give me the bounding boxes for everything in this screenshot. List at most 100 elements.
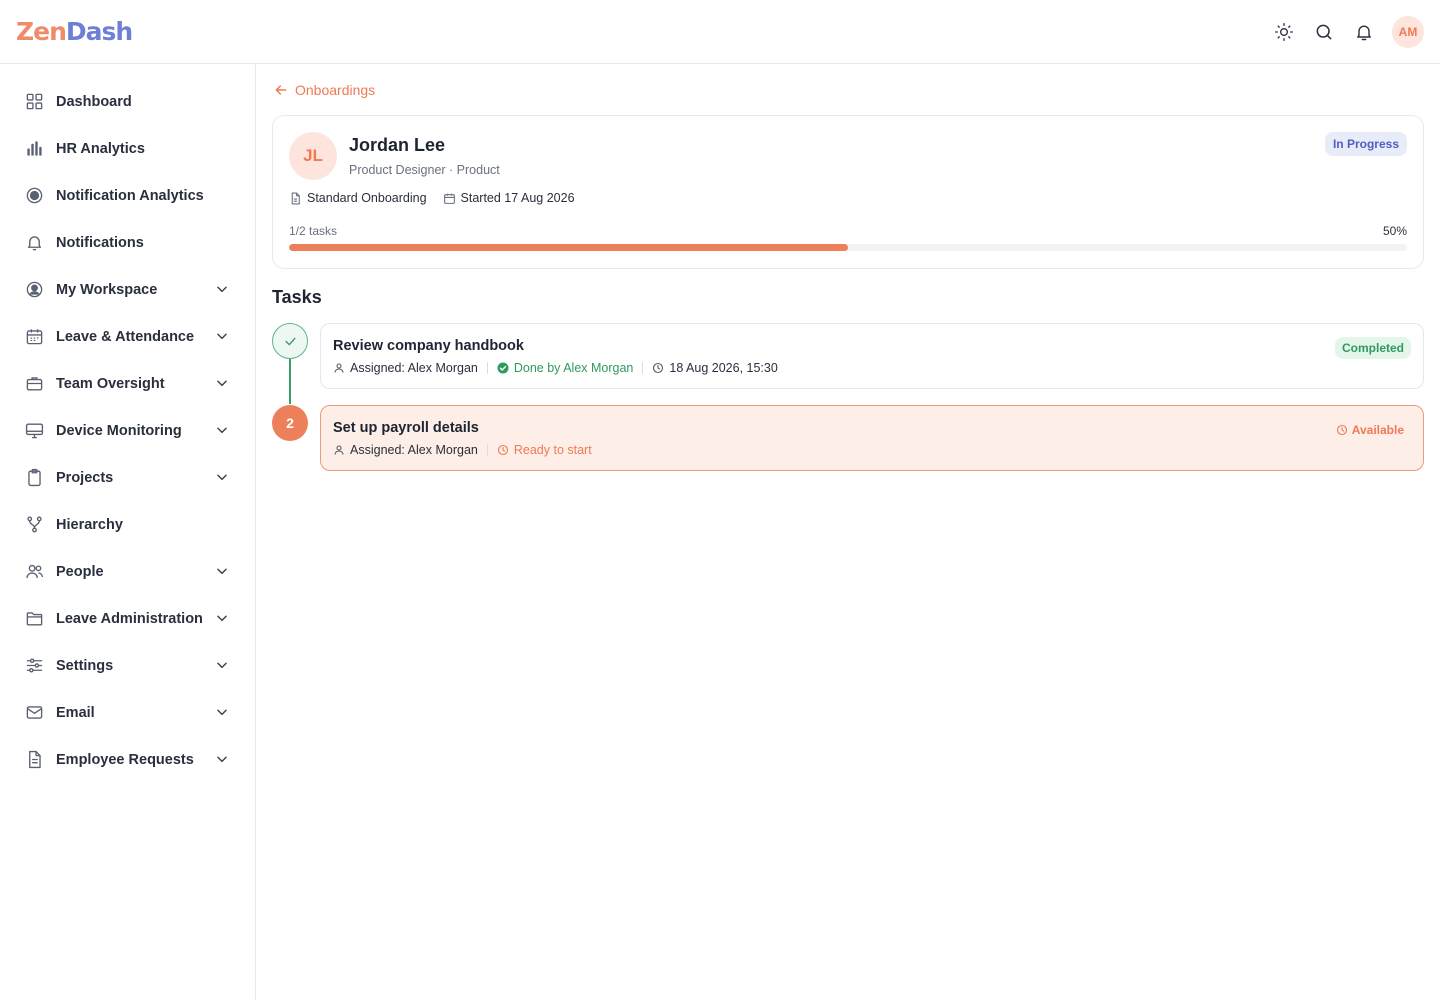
task-assignee: Assigned: Alex Morgan xyxy=(350,443,478,457)
main-content: Onboardings JL Jordan Lee Product Design… xyxy=(256,64,1440,1000)
sidebar-item-label: Projects xyxy=(56,469,114,486)
sidebar-item-settings[interactable]: Settings xyxy=(0,642,255,689)
grid-icon xyxy=(24,92,44,112)
sidebar-item-label: Dashboard xyxy=(56,93,132,110)
logo-text-dash: Dash xyxy=(65,17,133,46)
progress-percent: 50% xyxy=(1382,224,1407,238)
sidebar-item-email[interactable]: Email xyxy=(0,689,255,736)
folder-icon xyxy=(24,609,44,629)
user-avatar[interactable]: AM xyxy=(1392,16,1424,48)
chevron-down-icon[interactable] xyxy=(213,750,231,768)
task-card[interactable]: Review company handbook Completed Assign… xyxy=(320,323,1424,389)
check-circle-icon xyxy=(497,362,509,374)
sidebar-item-label: Hierarchy xyxy=(56,516,123,533)
chevron-down-icon[interactable] xyxy=(213,280,231,298)
bar-chart-icon xyxy=(24,139,44,159)
status-badge: In Progress xyxy=(1324,132,1407,156)
bell-icon xyxy=(24,233,44,253)
chevron-down-icon[interactable] xyxy=(213,421,231,439)
sidebar-item-label: Leave & Attendance xyxy=(56,328,195,345)
sidebar-item-projects[interactable]: Projects xyxy=(0,454,255,501)
chevron-down-icon[interactable] xyxy=(213,327,231,345)
mail-icon xyxy=(24,703,44,723)
sun-icon[interactable] xyxy=(1272,20,1296,44)
user-circle-icon xyxy=(24,280,44,300)
clock-icon xyxy=(497,444,509,456)
user-icon xyxy=(333,362,345,374)
sidebar-item-hierarchy[interactable]: Hierarchy xyxy=(0,501,255,548)
people-icon xyxy=(24,562,44,582)
sidebar-item-notifications[interactable]: Notifications xyxy=(0,219,255,266)
user-icon xyxy=(333,444,345,456)
monitor-icon xyxy=(24,421,44,441)
sidebar-item-notification-analytics[interactable]: Notification Analytics xyxy=(0,172,255,219)
task-status-label: Available xyxy=(1351,423,1404,437)
task-status-badge: Completed xyxy=(1334,337,1411,359)
sidebar-item-leave-attendance[interactable]: Leave & Attendance xyxy=(0,313,255,360)
sidebar-item-label: Email xyxy=(56,704,95,721)
sidebar-item-label: Notifications xyxy=(56,234,144,251)
sidebar-item-employee-requests[interactable]: Employee Requests xyxy=(0,736,255,783)
sidebar-item-leave-administration[interactable]: Leave Administration xyxy=(0,595,255,642)
sidebar-item-label: People xyxy=(56,563,104,580)
bell-icon[interactable] xyxy=(1352,20,1376,44)
sidebar-item-team-oversight[interactable]: Team Oversight xyxy=(0,360,255,407)
progress-label: 1/2 tasks xyxy=(289,224,338,238)
document-icon xyxy=(24,750,44,770)
chevron-down-icon[interactable] xyxy=(213,703,231,721)
task-completed-at: 18 Aug 2026, 15:30 xyxy=(669,361,778,375)
sidebar-item-label: Notification Analytics xyxy=(56,187,204,204)
sidebar-item-label: Team Oversight xyxy=(56,375,165,392)
arrow-left-icon xyxy=(273,82,289,98)
chevron-down-icon[interactable] xyxy=(213,468,231,486)
chevron-down-icon[interactable] xyxy=(213,374,231,392)
employee-avatar: JL xyxy=(289,132,337,180)
sidebar-item-label: HR Analytics xyxy=(56,140,145,157)
task-done-by: Done by Alex Morgan xyxy=(513,361,634,375)
start-date: Started 17 Aug 2026 xyxy=(460,191,575,205)
task-card[interactable]: Set up payroll details Available Assigne… xyxy=(320,405,1424,471)
sliders-icon xyxy=(24,656,44,676)
sidebar-item-device-monitoring[interactable]: Device Monitoring xyxy=(0,407,255,454)
briefcase-icon xyxy=(24,374,44,394)
task-assignee: Assigned: Alex Morgan xyxy=(350,361,478,375)
clipboard-icon xyxy=(24,468,44,488)
chevron-down-icon[interactable] xyxy=(213,609,231,627)
sidebar-item-people[interactable]: People xyxy=(0,548,255,595)
logo-text-zen: Zen xyxy=(16,17,67,46)
hierarchy-icon xyxy=(24,515,44,535)
task-meta: Assigned: Alex Morgan Done by Alex Morga… xyxy=(333,361,778,375)
chevron-down-icon[interactable] xyxy=(213,562,231,580)
progress-bar xyxy=(289,244,1407,251)
clock-icon xyxy=(1336,424,1348,436)
template-meta: Standard Onboarding xyxy=(289,191,427,205)
chevron-down-icon[interactable] xyxy=(213,656,231,674)
task-title: Review company handbook xyxy=(333,338,524,354)
sidebar: Dashboard HR Analytics Notification Anal… xyxy=(0,64,256,1000)
sidebar-item-dashboard[interactable]: Dashboard xyxy=(0,78,255,125)
employee-name: Jordan Lee xyxy=(349,135,446,155)
sidebar-item-label: Leave Administration xyxy=(56,610,203,627)
search-icon[interactable] xyxy=(1312,20,1336,44)
step-completed-marker xyxy=(272,323,308,359)
sidebar-item-label: Employee Requests xyxy=(56,751,194,768)
sidebar-item-hr-analytics[interactable]: HR Analytics xyxy=(0,125,255,172)
step-number-marker: 2 xyxy=(272,405,308,441)
employee-role: Product Designer · Product xyxy=(349,163,500,177)
template-name: Standard Onboarding xyxy=(307,191,427,205)
onboarding-meta: Standard Onboarding Started 17 Aug 2026 xyxy=(289,191,575,205)
sidebar-item-label: My Workspace xyxy=(56,281,158,298)
task-title: Set up payroll details xyxy=(333,420,479,436)
timeline-connector xyxy=(289,358,291,404)
document-icon xyxy=(289,192,302,205)
top-bar: ZenDash AM xyxy=(0,0,1440,64)
logo[interactable]: ZenDash xyxy=(16,16,133,48)
back-link[interactable]: Onboardings xyxy=(273,82,375,98)
calendar-icon xyxy=(443,192,456,205)
task-status-badge: Available xyxy=(1329,419,1411,441)
sidebar-item-my-workspace[interactable]: My Workspace xyxy=(0,266,255,313)
task-meta: Assigned: Alex Morgan Ready to start xyxy=(333,443,592,457)
clock-icon xyxy=(652,362,664,374)
sidebar-item-label: Device Monitoring xyxy=(56,422,182,439)
start-date-meta: Started 17 Aug 2026 xyxy=(443,191,575,205)
